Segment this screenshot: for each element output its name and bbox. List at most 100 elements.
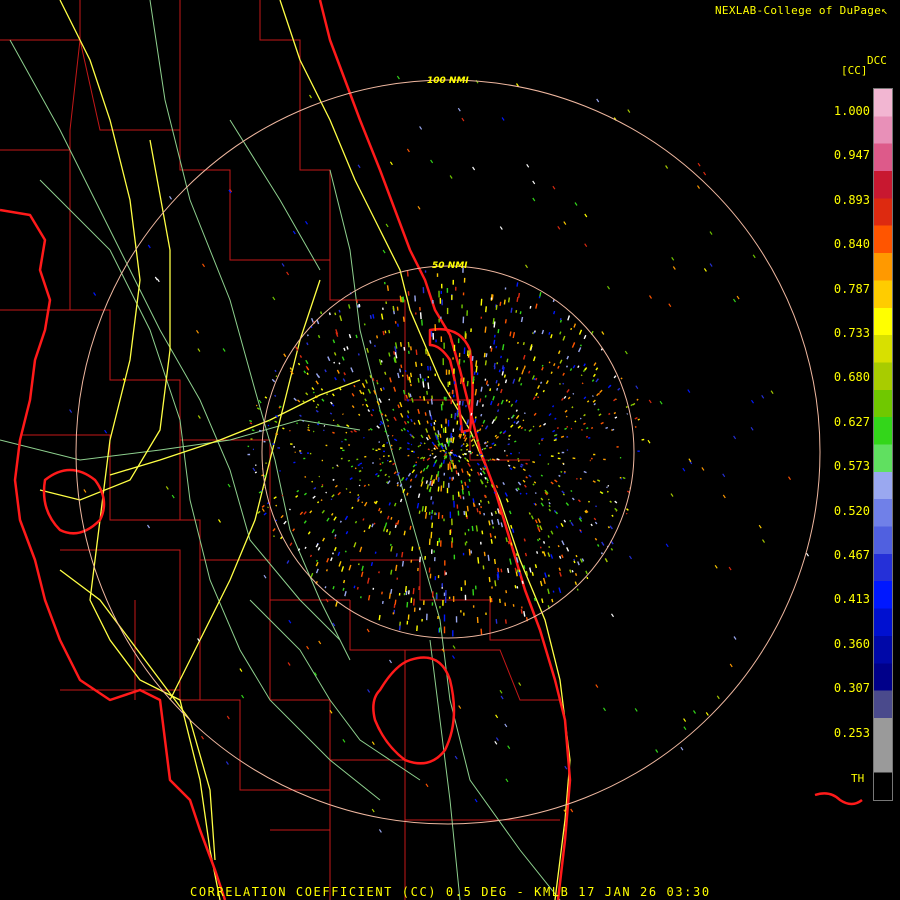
- echo-gate: [500, 388, 503, 394]
- echo-gate: [573, 342, 576, 345]
- echo-gate: [532, 483, 535, 486]
- echo-gate: [534, 330, 536, 333]
- echo-gate: [598, 413, 602, 417]
- echo-gate: [548, 361, 551, 364]
- echo-gate: [485, 353, 488, 358]
- highways: [39, 0, 571, 900]
- echo-gate: [339, 315, 343, 322]
- echo-gate: [419, 441, 423, 445]
- echo-gate: [542, 541, 546, 544]
- echo-gate: [396, 306, 399, 311]
- echo-gate: [507, 745, 511, 750]
- echo-gate: [637, 418, 640, 421]
- echo-gate: [528, 474, 532, 478]
- echo-gate: [201, 735, 204, 740]
- echo-gate: [541, 551, 544, 554]
- echo-gate: [202, 263, 205, 268]
- echo-gate: [363, 501, 368, 507]
- echo-gate: [425, 348, 427, 355]
- echo-gate: [420, 481, 424, 487]
- echo-gate: [389, 460, 392, 463]
- echo-gate: [554, 437, 558, 440]
- echo-gate: [569, 569, 572, 573]
- echo-gate: [402, 316, 405, 322]
- echo-gate: [417, 377, 420, 383]
- echo-gate: [532, 180, 536, 185]
- echo-gate: [508, 464, 511, 467]
- echo-gate: [419, 312, 422, 320]
- echo-gate: [541, 366, 544, 371]
- echo-gate: [502, 430, 507, 434]
- echo-gate: [562, 372, 565, 376]
- echo-gate: [371, 741, 375, 746]
- echo-gate: [408, 376, 412, 383]
- echo-gate: [454, 412, 457, 420]
- echo-gate: [733, 636, 737, 640]
- echo-gate: [254, 471, 257, 474]
- echo-gate: [376, 425, 380, 429]
- echo-gate: [336, 423, 340, 427]
- echo-gate: [329, 412, 333, 415]
- echo-gate: [513, 421, 516, 424]
- echo-gate: [480, 454, 484, 457]
- echo-gate: [482, 467, 486, 471]
- echo-gate: [336, 369, 340, 374]
- echo-gate: [533, 597, 536, 602]
- echo-gate: [427, 382, 430, 390]
- echo-gate: [460, 480, 463, 484]
- echo-gate: [359, 462, 363, 465]
- echo-gate: [471, 355, 474, 361]
- echo-gate: [464, 481, 467, 486]
- echo-gate: [342, 738, 346, 743]
- range-ring-label-50: 50 NMI: [432, 261, 468, 271]
- echo-gate: [402, 488, 406, 493]
- echo-gate: [607, 285, 610, 290]
- echo-gate: [197, 348, 201, 352]
- echo-gate: [563, 470, 566, 473]
- echo-gate: [331, 404, 335, 407]
- echo-gate: [485, 306, 487, 313]
- echo-gate: [403, 427, 406, 431]
- echo-gate: [452, 655, 455, 659]
- echo-gate: [275, 504, 278, 507]
- echo-gate: [393, 502, 397, 507]
- echo-gate: [252, 467, 256, 472]
- echo-gate: [412, 588, 415, 595]
- echo-gate: [282, 427, 285, 430]
- echo-gate: [330, 557, 333, 562]
- echo-gate: [321, 398, 325, 402]
- echo-gate: [458, 459, 461, 463]
- echo-gate: [358, 303, 361, 307]
- echo-gate: [312, 430, 315, 433]
- echo-gate: [334, 484, 338, 488]
- echo-gate: [567, 396, 571, 400]
- echo-gate: [171, 494, 175, 499]
- echo-gate: [485, 380, 489, 385]
- echo-gate: [515, 409, 518, 412]
- echo-gate: [442, 449, 446, 453]
- echo-gate: [547, 588, 550, 595]
- echo-gate: [343, 579, 346, 584]
- echo-gate: [328, 312, 331, 316]
- echo-gate: [378, 359, 382, 366]
- echo-gate: [371, 808, 375, 813]
- echo-gate: [494, 580, 497, 587]
- echo-gate: [550, 554, 554, 559]
- echo-gate: [416, 502, 420, 509]
- echo-gate: [274, 369, 277, 373]
- echo-gate: [565, 415, 568, 418]
- echo-gate: [296, 489, 300, 493]
- echo-gate: [326, 393, 329, 396]
- echo-gate: [357, 563, 360, 566]
- echo-gate: [411, 546, 414, 552]
- echo-gate: [430, 496, 433, 500]
- echo-gate: [367, 409, 371, 413]
- echo-gate: [302, 419, 305, 422]
- echo-gate: [363, 530, 366, 533]
- echo-gate: [476, 508, 479, 513]
- echo-gate: [586, 400, 590, 403]
- echo-gate: [423, 442, 426, 445]
- echo-gate: [600, 421, 604, 425]
- echo-gate: [317, 420, 320, 424]
- echo-gate: [343, 372, 346, 376]
